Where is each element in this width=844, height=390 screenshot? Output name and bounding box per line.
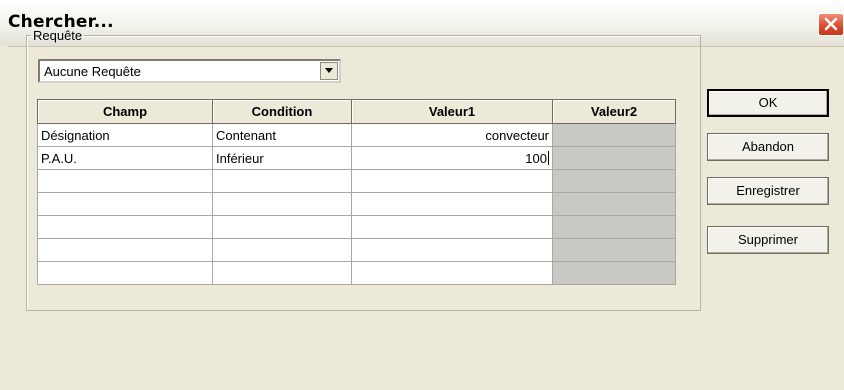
query-select[interactable]: Aucune Requête (38, 59, 341, 83)
cell-champ[interactable] (37, 169, 213, 193)
cell-valeur1[interactable] (351, 261, 553, 285)
cell-valeur2 (552, 123, 676, 147)
cell-valeur2 (552, 261, 676, 285)
cell-champ[interactable]: P.A.U. (37, 146, 213, 170)
cell-condition[interactable]: Contenant (212, 123, 352, 147)
cell-condition[interactable] (212, 261, 352, 285)
chevron-down-icon (325, 68, 333, 73)
save-button[interactable]: Enregistrer (707, 177, 829, 205)
delete-button[interactable]: Supprimer (707, 226, 829, 254)
cell-valeur2 (552, 238, 676, 262)
cell-condition[interactable] (212, 169, 352, 193)
close-button[interactable] (818, 13, 844, 36)
cell-champ[interactable] (37, 192, 213, 216)
text-cursor (548, 150, 549, 165)
column-header-valeur1[interactable]: Valeur1 (351, 99, 553, 124)
cell-champ[interactable]: Désignation (37, 123, 213, 147)
cell-condition[interactable]: Inférieur (212, 146, 352, 170)
query-select-value: Aucune Requête (44, 64, 141, 79)
cell-valeur2 (552, 146, 676, 170)
column-header-valeur2[interactable]: Valeur2 (552, 99, 676, 124)
cell-condition[interactable] (212, 192, 352, 216)
criteria-row (37, 261, 676, 285)
cell-champ[interactable] (37, 261, 213, 285)
query-select-dropdown-button[interactable] (320, 62, 338, 80)
column-header-champ[interactable]: Champ (37, 99, 213, 124)
criteria-row: Désignation Contenant convecteur (37, 123, 676, 147)
cell-valeur1[interactable] (351, 192, 553, 216)
cell-valeur1[interactable] (351, 215, 553, 239)
cell-champ[interactable] (37, 238, 213, 262)
window-edge-left (0, 46, 8, 390)
criteria-row (37, 192, 676, 216)
cell-valeur1[interactable]: convecteur (351, 123, 553, 147)
cell-condition[interactable] (212, 215, 352, 239)
ok-button[interactable]: OK (707, 89, 829, 117)
cell-champ[interactable] (37, 215, 213, 239)
column-header-condition[interactable]: Condition (212, 99, 352, 124)
query-group-label: Requête (33, 28, 83, 43)
cell-valeur1-editing[interactable]: 100 (351, 146, 553, 170)
criteria-row (37, 238, 676, 262)
search-dialog: Chercher... Requête Aucune Requête Champ… (0, 0, 844, 390)
criteria-header-row: Champ Condition Valeur1 Valeur2 (37, 99, 676, 124)
cell-condition[interactable] (212, 238, 352, 262)
cancel-button[interactable]: Abandon (707, 133, 829, 161)
window-edge-bottom (0, 385, 844, 390)
cell-valeur2 (552, 169, 676, 193)
criteria-row: P.A.U. Inférieur 100 (37, 146, 676, 170)
cell-valeur1-value: 100 (525, 150, 547, 166)
cell-valeur2 (552, 215, 676, 239)
criteria-table: Champ Condition Valeur1 Valeur2 Désignat… (37, 99, 676, 285)
close-icon (824, 17, 838, 31)
criteria-row (37, 215, 676, 239)
cell-valeur2 (552, 192, 676, 216)
cell-valeur1[interactable] (351, 238, 553, 262)
criteria-row (37, 169, 676, 193)
cell-valeur1[interactable] (351, 169, 553, 193)
